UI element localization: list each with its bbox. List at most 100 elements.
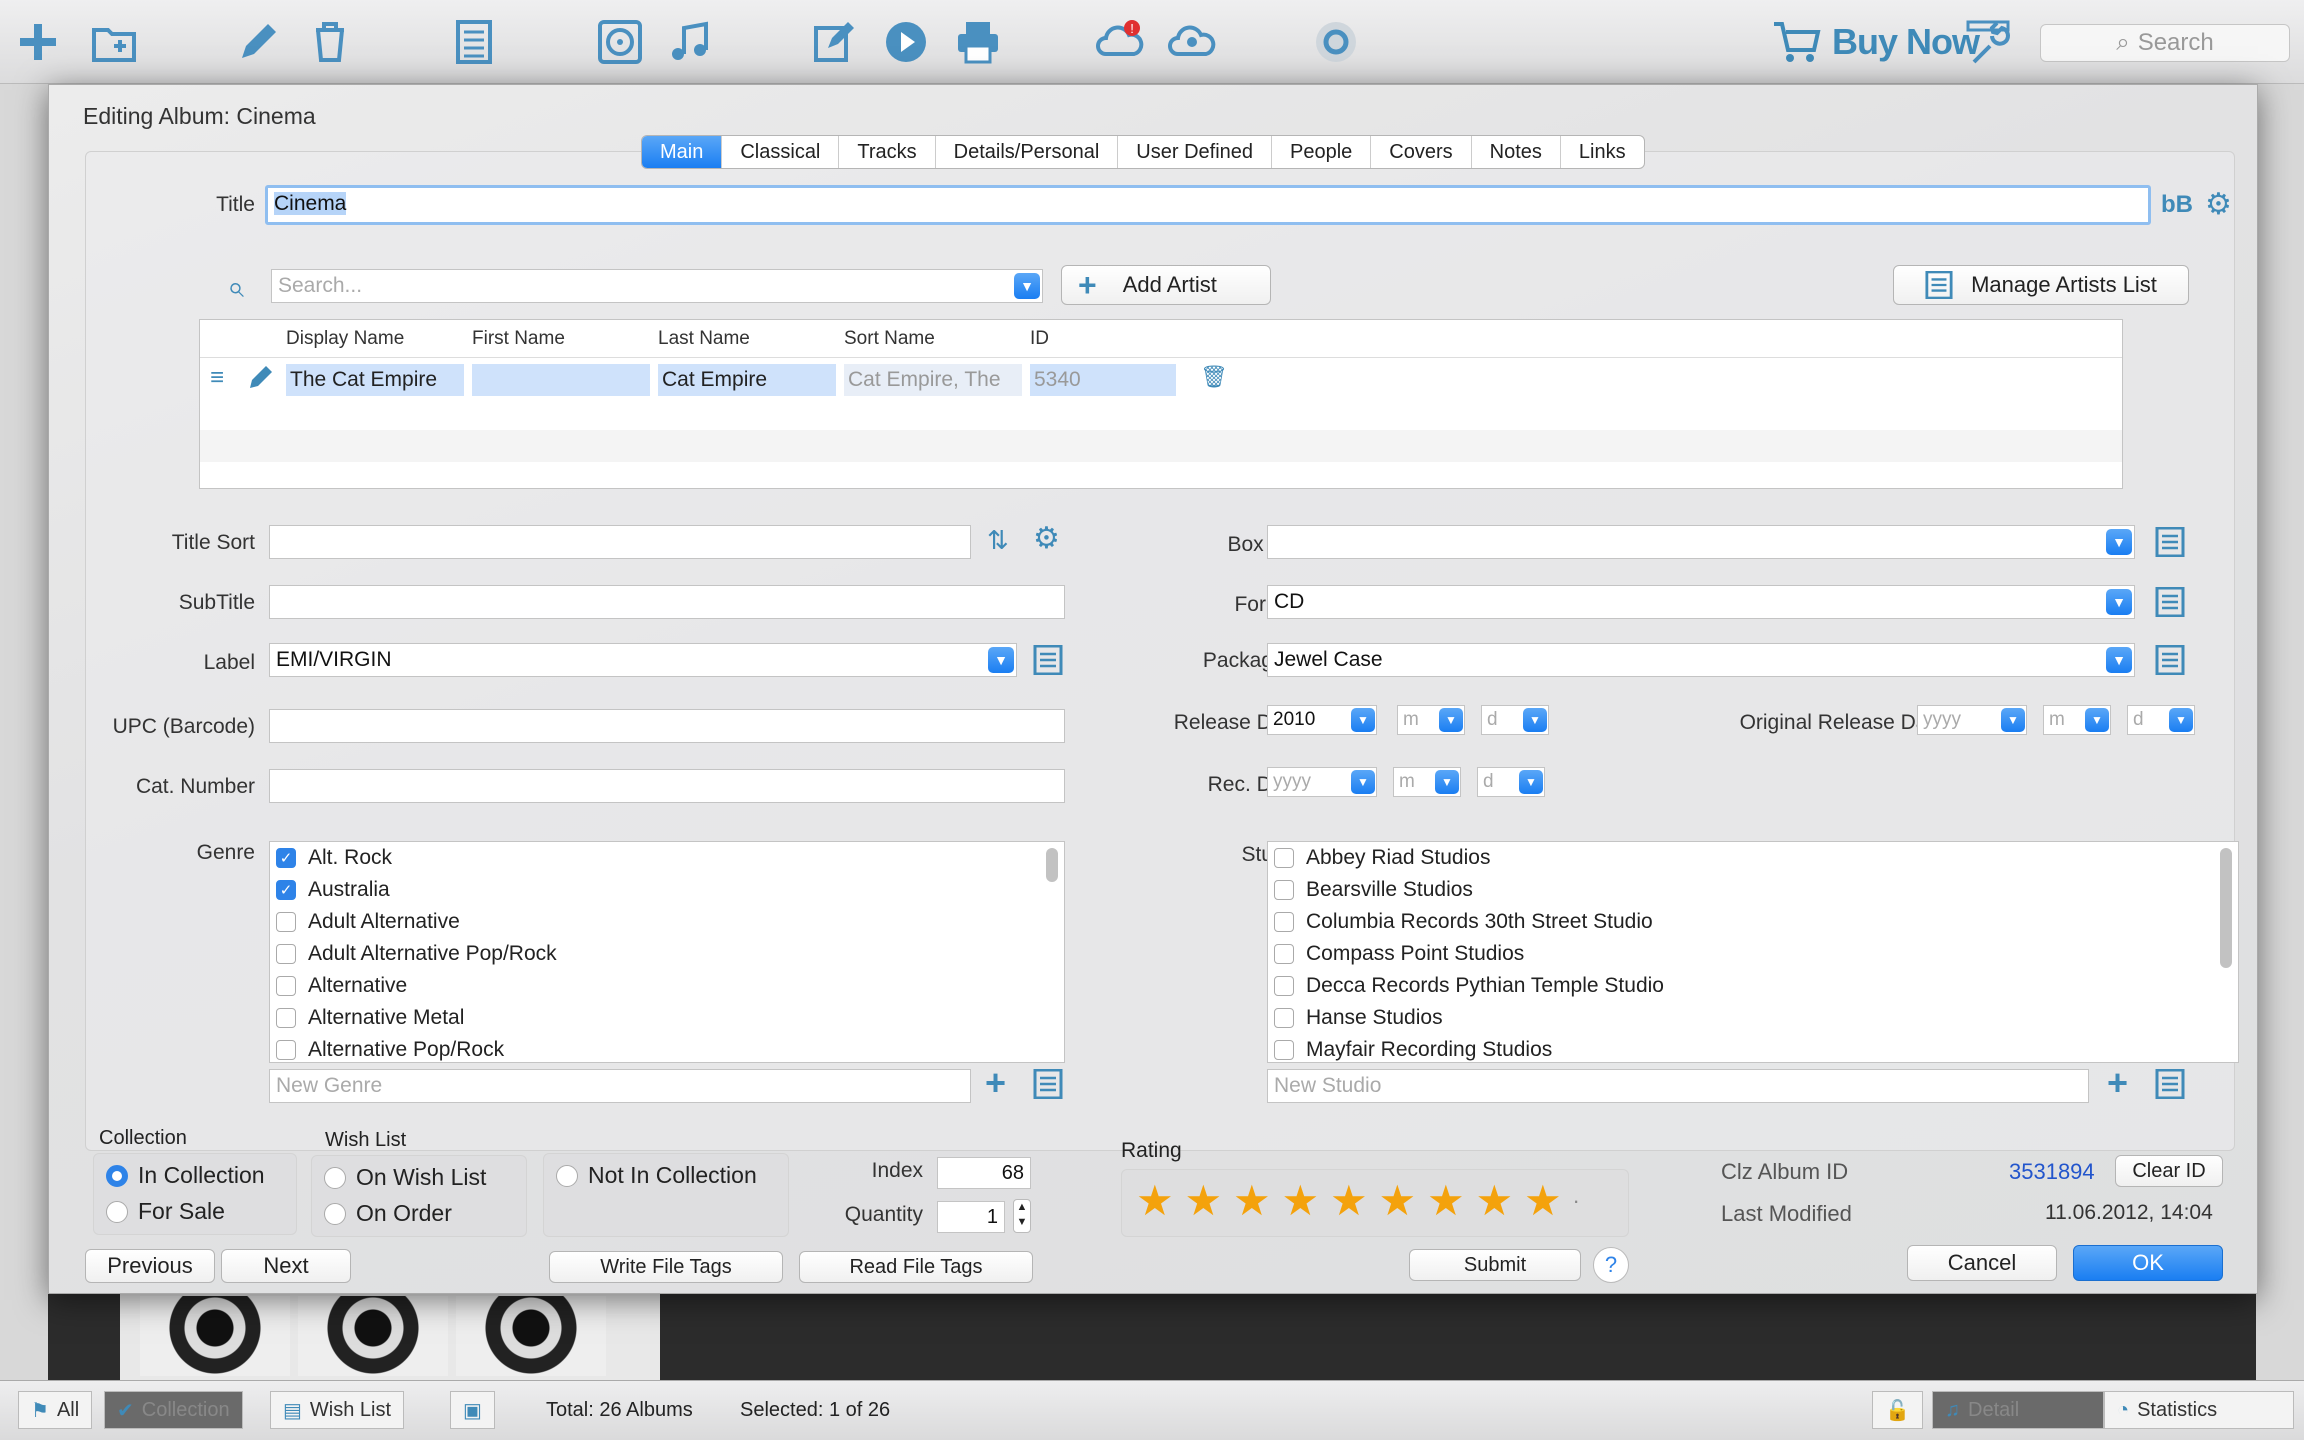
toolbar-search-input[interactable]: ⌕ Search [2040, 24, 2290, 62]
chevron-down-icon[interactable]: ▼ [1351, 708, 1375, 732]
panel-toggle-button[interactable]: ▣ [450, 1391, 495, 1429]
list-icon[interactable] [2155, 526, 2185, 563]
checkbox[interactable] [1274, 944, 1294, 964]
pencil-icon[interactable] [246, 362, 276, 398]
genre-item[interactable]: Adult Alternative [276, 906, 460, 938]
orig-day-combo[interactable]: d ▼ [2127, 705, 2195, 735]
artist-grid[interactable]: Display Name First Name Last Name Sort N… [199, 319, 2123, 489]
trash-icon[interactable] [302, 14, 358, 70]
star-icon[interactable]: ★ [1330, 1176, 1368, 1225]
studio-item[interactable]: Columbia Records 30th Street Studio [1274, 906, 1653, 938]
for-sale-radio[interactable]: For Sale [106, 1198, 225, 1225]
artist-display-name[interactable]: The Cat Empire [286, 364, 464, 396]
star-icon[interactable]: ★ [1185, 1176, 1223, 1225]
tab-user-defined[interactable]: User Defined [1118, 136, 1272, 168]
studio-item[interactable]: Bearsville Studios [1274, 874, 1473, 906]
list-icon[interactable] [2155, 644, 2185, 681]
orig-month-combo[interactable]: m ▼ [2043, 705, 2111, 735]
star-icon[interactable]: ★ [1136, 1176, 1174, 1225]
column-display-name[interactable]: Display Name [286, 328, 404, 350]
studio-item[interactable]: Decca Records Pythian Temple Studio [1274, 970, 1664, 1002]
checkbox[interactable]: ✓ [276, 848, 296, 868]
previous-button[interactable]: Previous [85, 1249, 215, 1283]
checkbox[interactable] [1274, 912, 1294, 932]
studio-item[interactable]: Mayfair Recording Studios [1274, 1034, 1552, 1062]
chevron-down-icon[interactable]: ▼ [2106, 529, 2132, 555]
tab-links[interactable]: Links [1561, 136, 1644, 168]
genre-item[interactable]: Alternative Metal [276, 1002, 464, 1034]
genre-item[interactable]: Adult Alternative Pop/Rock [276, 938, 557, 970]
artist-first-name[interactable] [472, 364, 650, 396]
cloud-sync-alert-icon[interactable]: ! [1092, 14, 1148, 70]
rating-control[interactable]: ★ ★ ★ ★ ★ ★ ★ ★ ★ · [1121, 1169, 1629, 1237]
label-combo[interactable]: EMI/VIRGIN ▼ [269, 643, 1017, 677]
search-disc-icon[interactable] [1308, 14, 1364, 70]
on-order-radio[interactable]: On Order [324, 1200, 452, 1227]
checkbox[interactable] [276, 912, 296, 932]
genre-item[interactable]: Alternative Pop/Rock [276, 1034, 504, 1062]
ok-button[interactable]: OK [2073, 1245, 2223, 1281]
new-studio-input[interactable]: New Studio [1267, 1069, 2089, 1103]
add-icon[interactable] [10, 14, 66, 70]
music-note-icon[interactable] [662, 14, 718, 70]
star-icon[interactable]: ★ [1476, 1176, 1514, 1225]
sort-az-icon[interactable]: ⇅ [987, 525, 1009, 556]
read-file-tags-button[interactable]: Read File Tags [799, 1251, 1033, 1283]
release-day-combo[interactable]: d ▼ [1481, 705, 1549, 735]
rec-year-combo[interactable]: yyyy ▼ [1267, 767, 1377, 797]
chevron-down-icon[interactable]: ▼ [2106, 589, 2132, 615]
chevron-down-icon[interactable]: ▼ [1439, 708, 1463, 732]
studio-item[interactable]: Compass Point Studios [1274, 938, 1524, 970]
gear-icon[interactable]: ⚙ [1033, 521, 1060, 556]
tab-tracks[interactable]: Tracks [839, 136, 936, 168]
play-icon[interactable] [878, 14, 934, 70]
lock-button[interactable]: 🔓 [1872, 1391, 1923, 1429]
cloud-user-icon[interactable] [1164, 14, 1220, 70]
scrollbar-thumb[interactable] [1046, 848, 1058, 882]
list-icon[interactable] [446, 14, 502, 70]
edit-icon[interactable] [230, 14, 286, 70]
index-input[interactable]: 68 [937, 1157, 1031, 1189]
disc-icon[interactable] [592, 14, 648, 70]
help-button[interactable]: ? [1593, 1247, 1629, 1283]
list-icon[interactable] [2155, 1068, 2185, 1105]
in-collection-radio[interactable]: In Collection [106, 1162, 265, 1189]
add-genre-icon[interactable]: + [985, 1065, 1006, 1101]
checkbox[interactable] [1274, 1008, 1294, 1028]
genre-list[interactable]: ✓ Alt. Rock ✓ Australia Adult Alternative Adu… [269, 841, 1065, 1063]
checkbox[interactable] [276, 1040, 296, 1060]
tab-people[interactable]: People [1272, 136, 1372, 168]
drag-handle-icon[interactable]: ≡ [210, 364, 224, 392]
star-icon[interactable]: ★ [1427, 1176, 1465, 1225]
detail-view-button[interactable]: ♫ Detail [1932, 1391, 2104, 1429]
clear-id-button[interactable]: Clear ID [2115, 1155, 2223, 1187]
add-artist-button[interactable]: + Add Artist [1061, 265, 1271, 305]
chevron-down-icon[interactable]: ▼ [1435, 770, 1459, 794]
star-icon[interactable]: ★ [1233, 1176, 1271, 1225]
buy-now-button[interactable]: Buy Now [1768, 16, 1980, 68]
star-icon[interactable]: ★ [1524, 1176, 1562, 1225]
chevron-down-icon[interactable]: ▼ [988, 647, 1014, 673]
filter-wish-list-button[interactable]: ▤ Wish List [270, 1391, 405, 1429]
write-file-tags-button[interactable]: Write File Tags [549, 1251, 783, 1283]
subtitle-input[interactable] [269, 585, 1065, 619]
filter-collection-button[interactable]: ✔ Collection [104, 1391, 243, 1429]
checkbox[interactable] [276, 976, 296, 996]
scrollbar-thumb[interactable] [2220, 848, 2232, 968]
delete-row-icon[interactable]: 🗑 [1200, 364, 1228, 390]
checkbox[interactable] [1274, 880, 1294, 900]
column-id[interactable]: ID [1030, 328, 1049, 350]
checkbox[interactable] [1274, 976, 1294, 996]
star-icon[interactable]: ★ [1282, 1176, 1320, 1225]
statistics-button[interactable]: ◔ Statistics [2104, 1391, 2294, 1429]
chevron-down-icon[interactable]: ▼ [2106, 647, 2132, 673]
chevron-down-icon[interactable]: ▼ [2169, 708, 2193, 732]
tab-details-personal[interactable]: Details/Personal [936, 136, 1119, 168]
release-year-combo[interactable]: 2010 ▼ [1267, 705, 1377, 735]
edit-box-icon[interactable] [806, 14, 862, 70]
quantity-stepper[interactable]: ▲ ▼ [1013, 1199, 1031, 1233]
add-folder-icon[interactable] [86, 14, 142, 70]
case-button[interactable]: bB [2161, 191, 2193, 219]
rec-month-combo[interactable]: m ▼ [1393, 767, 1461, 797]
studio-item[interactable]: Abbey Riad Studios [1274, 842, 1490, 874]
